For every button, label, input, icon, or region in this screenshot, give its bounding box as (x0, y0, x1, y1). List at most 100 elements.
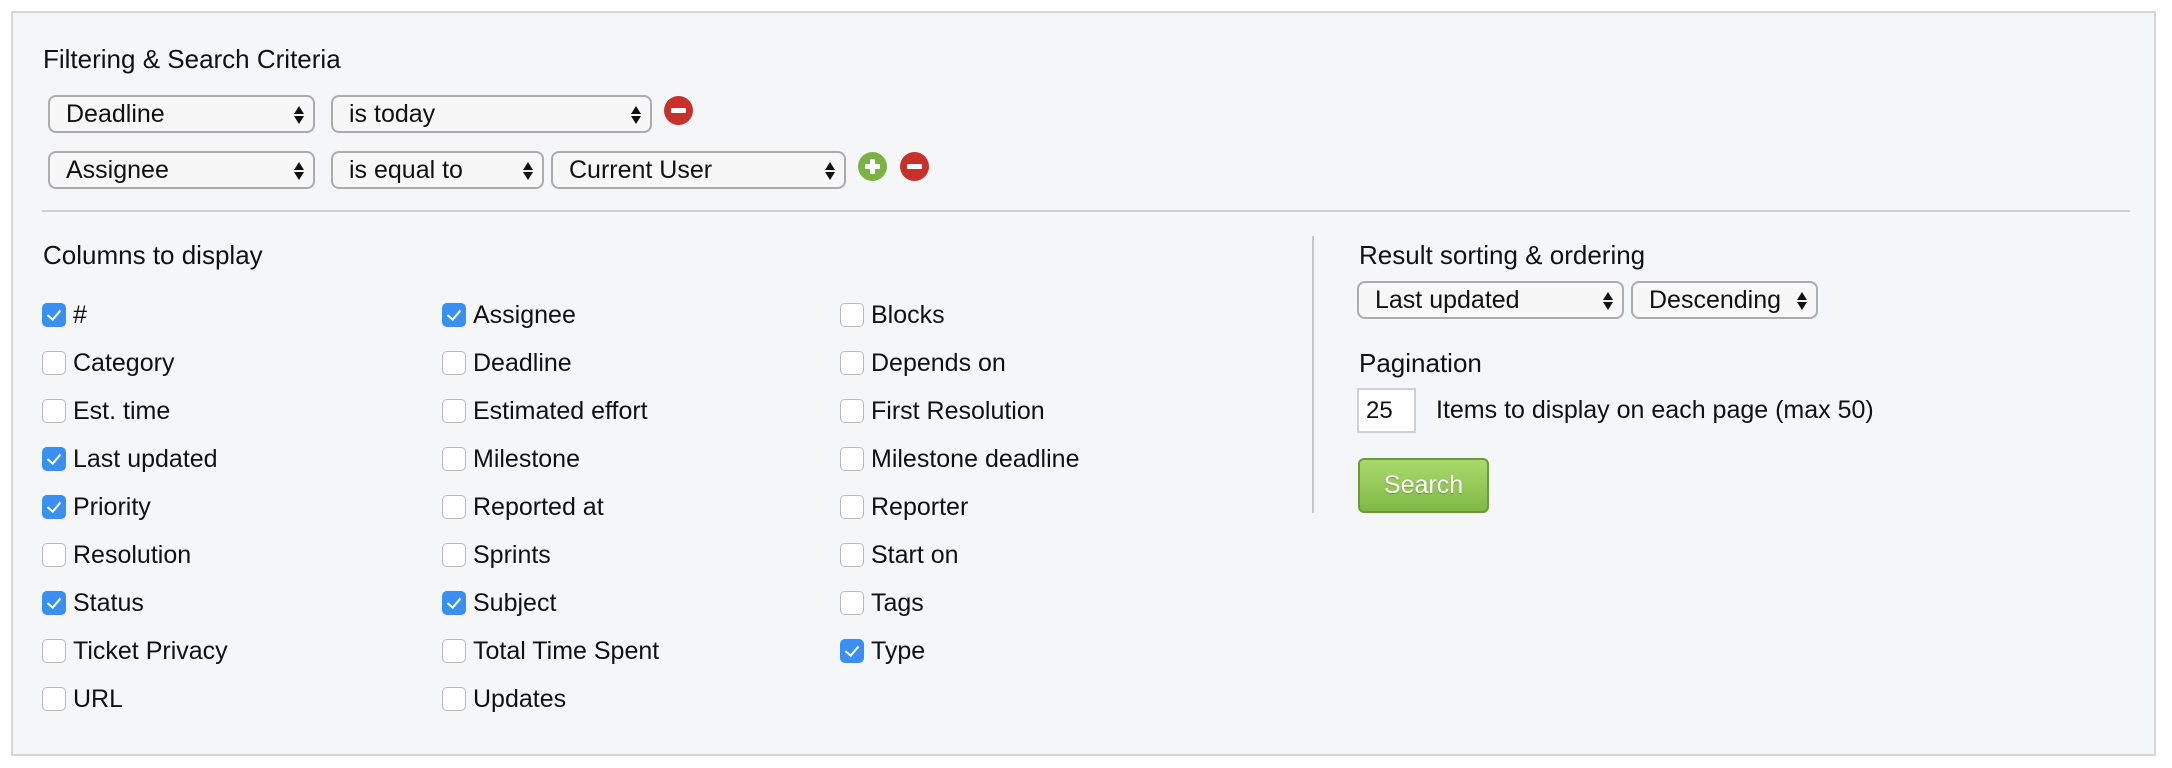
column-option-depends-on[interactable]: Depends on (840, 348, 1006, 378)
column-label: Est. time (73, 396, 171, 425)
column-option-status[interactable]: Status (42, 588, 144, 618)
column-label: Milestone deadline (871, 444, 1080, 473)
column-option-ticket-privacy[interactable]: Ticket Privacy (42, 636, 228, 666)
column-option-last-updated[interactable]: Last updated (42, 444, 218, 474)
column-checkbox[interactable] (840, 447, 864, 471)
column-label: Total Time Spent (473, 636, 660, 665)
column-option-deadline[interactable]: Deadline (442, 348, 572, 378)
column-checkbox[interactable] (442, 399, 466, 423)
select-arrows-icon (293, 104, 305, 126)
column-option-resolution[interactable]: Resolution (42, 540, 191, 570)
column-option-assignee[interactable]: Assignee (442, 300, 576, 330)
column-option-number[interactable]: # (42, 300, 87, 330)
column-option-start-on[interactable]: Start on (840, 540, 959, 570)
column-label: Assignee (473, 300, 576, 329)
remove-filter-icon[interactable] (900, 152, 929, 181)
column-checkbox[interactable] (42, 687, 66, 711)
column-checkbox[interactable] (840, 639, 864, 663)
select-arrows-icon (293, 160, 305, 182)
column-checkbox[interactable] (42, 303, 66, 327)
column-option-blocks[interactable]: Blocks (840, 300, 945, 330)
column-checkbox[interactable] (840, 351, 864, 375)
column-label: Updates (473, 684, 567, 713)
vertical-divider (1312, 236, 1314, 513)
filter-value-select[interactable]: Current User (551, 151, 846, 189)
column-checkbox[interactable] (442, 495, 466, 519)
column-option-total-time-spent[interactable]: Total Time Spent (442, 636, 659, 666)
column-label: Depends on (871, 348, 1006, 377)
column-checkbox[interactable] (42, 591, 66, 615)
filter-operator-value: is today (349, 100, 436, 128)
column-checkbox[interactable] (442, 687, 466, 711)
sort-by-select[interactable]: Last updated (1357, 281, 1624, 319)
column-checkbox[interactable] (442, 639, 466, 663)
filter-operator-select[interactable]: is today (331, 95, 652, 133)
column-label: Subject (473, 588, 557, 617)
column-checkbox[interactable] (442, 447, 466, 471)
filter-field-select[interactable]: Deadline (48, 95, 315, 133)
column-checkbox[interactable] (840, 543, 864, 567)
sort-order-select[interactable]: Descending (1631, 281, 1818, 319)
column-label: Milestone (473, 444, 580, 473)
column-option-estimated-effort[interactable]: Estimated effort (442, 396, 648, 426)
remove-filter-icon[interactable] (664, 96, 693, 125)
select-arrows-icon (522, 160, 534, 182)
select-arrows-icon (1796, 290, 1808, 312)
column-checkbox[interactable] (442, 351, 466, 375)
column-checkbox[interactable] (42, 447, 66, 471)
column-option-url[interactable]: URL (42, 684, 123, 714)
select-arrows-icon (630, 104, 642, 126)
add-filter-icon[interactable] (858, 152, 887, 181)
column-checkbox[interactable] (840, 303, 864, 327)
column-checkbox[interactable] (42, 351, 66, 375)
column-checkbox[interactable] (42, 543, 66, 567)
items-per-page-label: Items to display on each page (max 50) (1436, 396, 1874, 424)
column-checkbox[interactable] (442, 303, 466, 327)
column-checkbox[interactable] (42, 639, 66, 663)
column-checkbox[interactable] (442, 591, 466, 615)
column-label: Blocks (871, 300, 945, 329)
column-option-milestone-deadline[interactable]: Milestone deadline (840, 444, 1079, 474)
column-label: Status (73, 588, 144, 617)
column-option-reported-at[interactable]: Reported at (442, 492, 604, 522)
column-checkbox[interactable] (840, 591, 864, 615)
column-label: Sprints (473, 540, 551, 569)
column-option-first-resolution[interactable]: First Resolution (840, 396, 1045, 426)
filter-value-value: Current User (569, 156, 713, 184)
column-label: URL (73, 684, 124, 713)
sort-by-value: Last updated (1375, 286, 1520, 314)
column-option-type[interactable]: Type (840, 636, 925, 666)
filtering-title: Filtering & Search Criteria (43, 44, 341, 74)
column-checkbox[interactable] (42, 495, 66, 519)
filter-operator-select[interactable]: is equal to (331, 151, 544, 189)
column-option-est-time[interactable]: Est. time (42, 396, 170, 426)
search-button[interactable]: Search (1358, 458, 1489, 513)
column-label: Resolution (73, 540, 192, 569)
column-label: Deadline (473, 348, 572, 377)
column-label: Tags (871, 588, 924, 617)
column-option-tags[interactable]: Tags (840, 588, 924, 618)
column-label: Estimated effort (473, 396, 648, 425)
column-option-sprints[interactable]: Sprints (442, 540, 551, 570)
column-option-reporter[interactable]: Reporter (840, 492, 968, 522)
column-option-subject[interactable]: Subject (442, 588, 556, 618)
column-label: Reporter (871, 492, 969, 521)
pagination-title: Pagination (1359, 348, 1482, 378)
select-arrows-icon (1602, 290, 1614, 312)
column-checkbox[interactable] (840, 495, 864, 519)
filter-field-select[interactable]: Assignee (48, 151, 315, 189)
filter-field-value: Deadline (66, 100, 165, 128)
column-checkbox[interactable] (42, 399, 66, 423)
column-label: Reported at (473, 492, 604, 521)
select-arrows-icon (824, 160, 836, 182)
column-option-updates[interactable]: Updates (442, 684, 566, 714)
column-label: # (73, 300, 87, 329)
column-label: Type (871, 636, 926, 665)
items-per-page-input[interactable] (1357, 388, 1416, 433)
column-option-category[interactable]: Category (42, 348, 174, 378)
column-option-priority[interactable]: Priority (42, 492, 151, 522)
column-checkbox[interactable] (840, 399, 864, 423)
column-checkbox[interactable] (442, 543, 466, 567)
column-label: First Resolution (871, 396, 1045, 425)
column-option-milestone[interactable]: Milestone (442, 444, 580, 474)
